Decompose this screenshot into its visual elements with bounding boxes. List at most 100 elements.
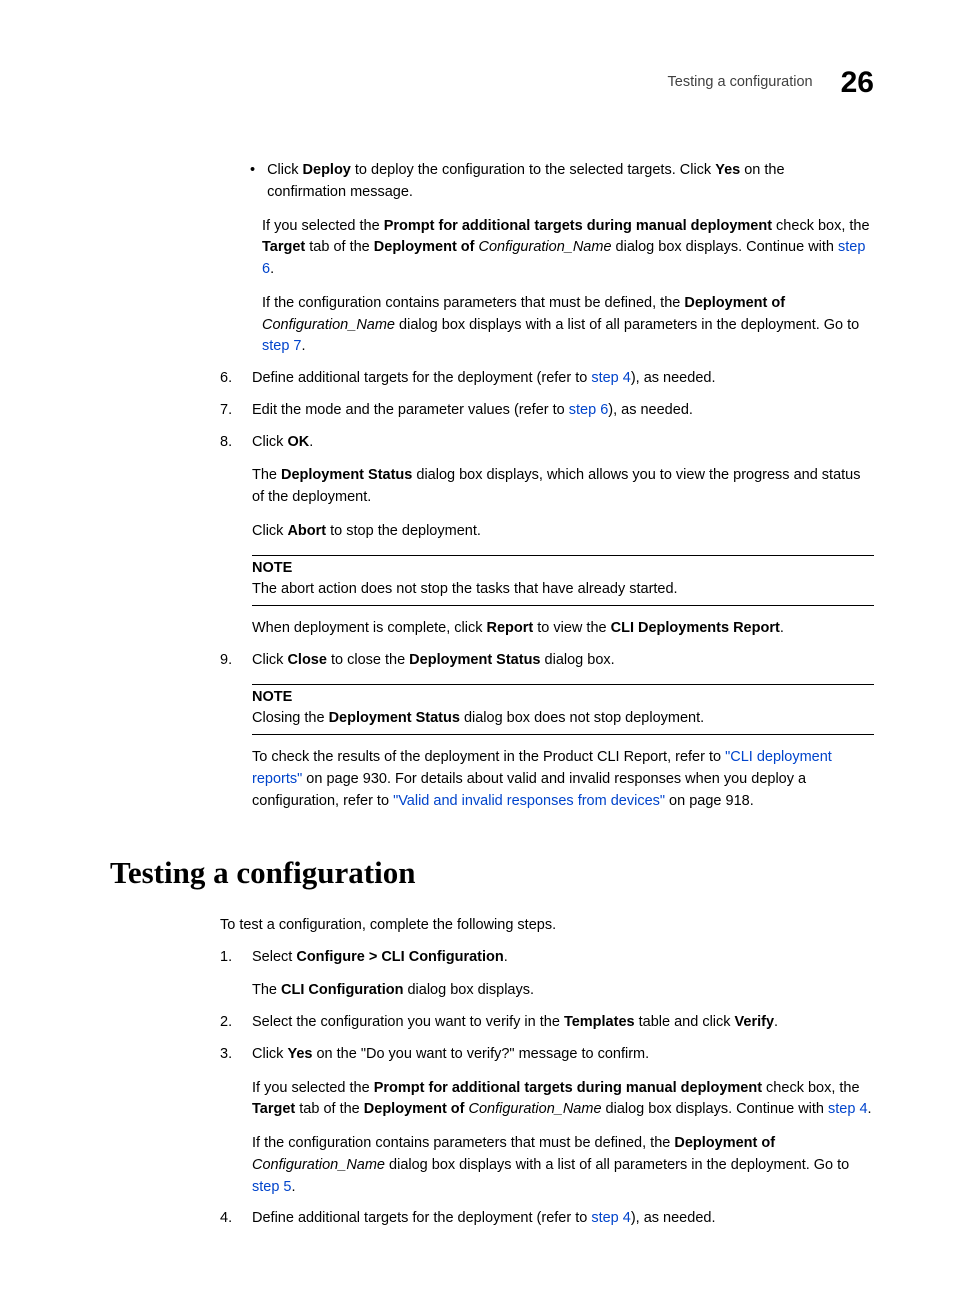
italic: Configuration_Name xyxy=(469,1101,602,1117)
step-7: 7. Edit the mode and the parameter value… xyxy=(220,400,874,422)
text: . xyxy=(780,620,784,636)
italic: Configuration_Name xyxy=(252,1157,385,1173)
text: When deployment is complete, click xyxy=(252,620,487,636)
text: table and click xyxy=(635,1014,735,1030)
step-number: 9. xyxy=(220,650,238,672)
text: Click xyxy=(252,434,287,450)
text: . xyxy=(504,949,508,965)
text: dialog box does not stop deployment. xyxy=(460,710,704,726)
bold: Deployment Status xyxy=(329,710,460,726)
text: to close the xyxy=(327,652,409,668)
bold: Prompt for additional targets during man… xyxy=(374,1080,762,1096)
text: Click xyxy=(252,1046,287,1062)
step-number: 4. xyxy=(220,1208,238,1230)
bold: Templates xyxy=(564,1014,635,1030)
bold: Report xyxy=(487,620,534,636)
bold: Yes xyxy=(715,162,740,178)
page-header: Testing a configuration 26 xyxy=(110,60,874,105)
text: Define additional targets for the deploy… xyxy=(252,1210,591,1226)
bold: Deployment of xyxy=(684,295,785,311)
step-number: 1. xyxy=(220,947,238,969)
bold: Deployment Status xyxy=(409,652,540,668)
bold: CLI Deployments Report xyxy=(611,620,780,636)
note-label: NOTE xyxy=(252,687,874,709)
text: dialog box displays with a list of all p… xyxy=(385,1157,849,1173)
test-step-2: 2. Select the configuration you want to … xyxy=(220,1012,874,1034)
text: tab of the xyxy=(305,239,374,255)
bold: Deploy xyxy=(303,162,351,178)
text: If you selected the xyxy=(252,1080,374,1096)
step-9: 9. Click Close to close the Deployment S… xyxy=(220,650,874,672)
text: . xyxy=(270,261,274,277)
bold: Deployment Status xyxy=(281,467,412,483)
test-step-4: 4. Define additional targets for the dep… xyxy=(220,1208,874,1230)
cross-ref-link[interactable]: step 5 xyxy=(252,1179,292,1195)
bold: OK xyxy=(287,434,309,450)
text: If the configuration contains parameters… xyxy=(262,295,684,311)
text: to view the xyxy=(533,620,610,636)
text: Define additional targets for the deploy… xyxy=(252,370,591,386)
bold: Target xyxy=(262,239,305,255)
cross-ref-link[interactable]: step 4 xyxy=(591,1210,631,1226)
text: The xyxy=(252,467,281,483)
text: Click xyxy=(252,523,287,539)
cross-ref-link[interactable]: step 6 xyxy=(569,402,609,418)
text: dialog box displays. xyxy=(403,982,534,998)
step-6: 6. Define additional targets for the dep… xyxy=(220,368,874,390)
text: . xyxy=(302,338,306,354)
bold: Close xyxy=(287,652,327,668)
text: Click xyxy=(267,162,302,178)
cross-ref-link[interactable]: step 7 xyxy=(262,338,302,354)
text: . xyxy=(309,434,313,450)
text: ), as needed. xyxy=(608,402,693,418)
text: Edit the mode and the parameter values (… xyxy=(252,402,569,418)
bold: Prompt for additional targets during man… xyxy=(384,218,772,234)
text: If you selected the xyxy=(262,218,384,234)
bold: Deployment of xyxy=(364,1101,465,1117)
step-number: 6. xyxy=(220,368,238,390)
text: on page 918. xyxy=(665,793,754,809)
text: dialog box. xyxy=(541,652,615,668)
text: tab of the xyxy=(295,1101,364,1117)
body-content: • Click Deploy to deploy the configurati… xyxy=(220,160,874,1230)
test-step-1: 1. Select Configure > CLI Configuration. xyxy=(220,947,874,969)
header-title: Testing a configuration xyxy=(668,72,813,94)
paragraph: If you selected the Prompt for additiona… xyxy=(262,216,874,281)
text: dialog box displays with a list of all p… xyxy=(395,317,859,333)
italic: Configuration_Name xyxy=(262,317,395,333)
paragraph: If the configuration contains parameters… xyxy=(252,1133,874,1198)
step-number: 2. xyxy=(220,1012,238,1034)
text: Select xyxy=(252,949,296,965)
text: ), as needed. xyxy=(631,1210,716,1226)
text: to deploy the configuration to the selec… xyxy=(351,162,715,178)
note-box: NOTE Closing the Deployment Status dialo… xyxy=(252,684,874,736)
step-number: 3. xyxy=(220,1044,238,1066)
text: on the "Do you want to verify?" message … xyxy=(312,1046,649,1062)
cross-ref-link[interactable]: step 4 xyxy=(591,370,631,386)
paragraph: The CLI Configuration dialog box display… xyxy=(252,980,874,1002)
italic: Configuration_Name xyxy=(479,239,612,255)
text: to stop the deployment. xyxy=(326,523,481,539)
cross-ref-link[interactable]: step 4 xyxy=(828,1101,868,1117)
text: The xyxy=(252,982,281,998)
bullet-icon: • xyxy=(250,160,255,204)
paragraph: Click Abort to stop the deployment. xyxy=(252,521,874,543)
text: check box, the xyxy=(772,218,870,234)
test-step-3: 3. Click Yes on the "Do you want to veri… xyxy=(220,1044,874,1066)
paragraph: The Deployment Status dialog box display… xyxy=(252,465,874,509)
text: Click xyxy=(252,652,287,668)
section-heading: Testing a configuration xyxy=(110,850,874,897)
text: If the configuration contains parameters… xyxy=(252,1135,674,1151)
bullet-deploy: • Click Deploy to deploy the configurati… xyxy=(250,160,874,204)
note-label: NOTE xyxy=(252,558,874,580)
text: dialog box displays. Continue with xyxy=(612,239,839,255)
text: check box, the xyxy=(762,1080,860,1096)
intro-text: To test a configuration, complete the fo… xyxy=(220,915,874,937)
text: To check the results of the deployment i… xyxy=(252,749,725,765)
text: . xyxy=(868,1101,872,1117)
text: ), as needed. xyxy=(631,370,716,386)
cross-ref-link[interactable]: "Valid and invalid responses from device… xyxy=(393,793,665,809)
text: Select the configuration you want to ver… xyxy=(252,1014,564,1030)
bold: CLI Configuration xyxy=(281,982,403,998)
bold: Verify xyxy=(735,1014,775,1030)
